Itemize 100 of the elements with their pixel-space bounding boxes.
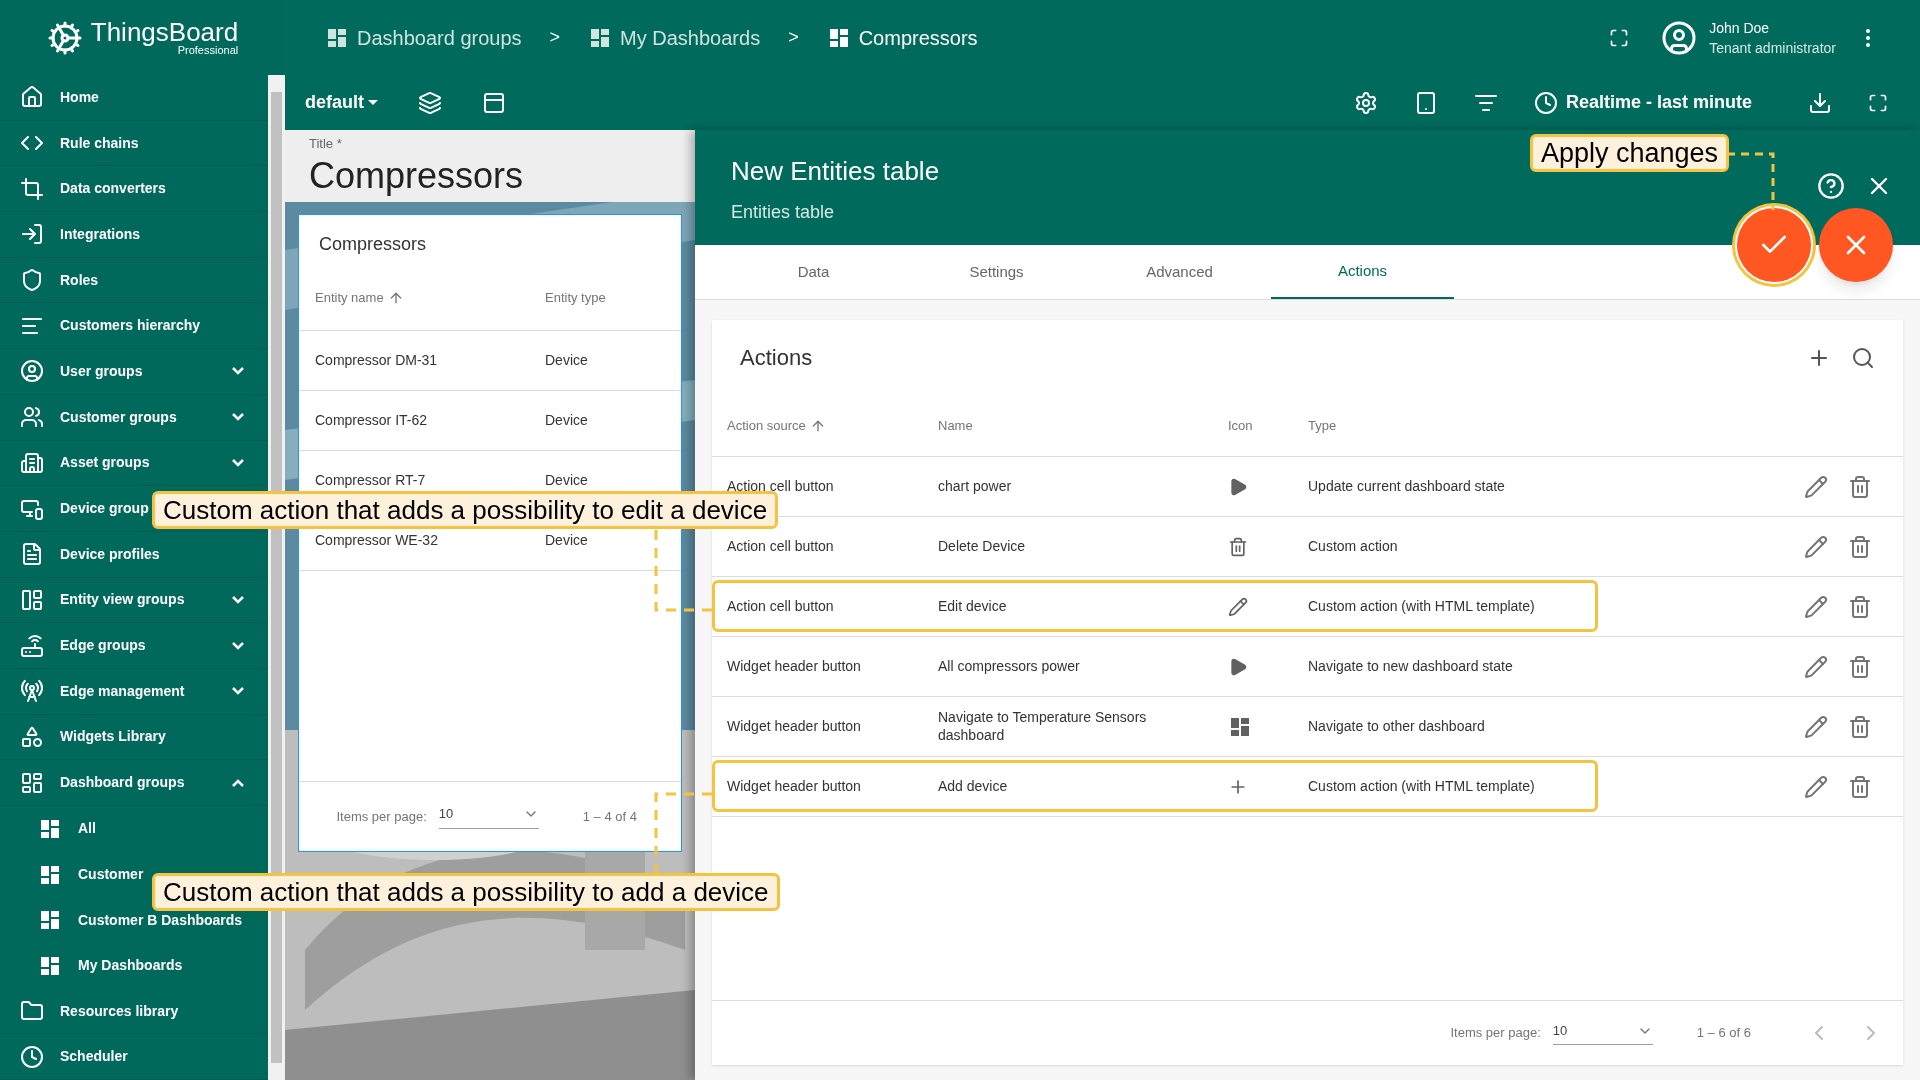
sidebar-subitem[interactable]: My Dashboards xyxy=(38,953,183,978)
sidebar-item[interactable]: Edge groups xyxy=(20,633,146,658)
sidebar-item[interactable]: Device group xyxy=(20,496,149,521)
sidebar-item[interactable]: Dashboard groups xyxy=(20,770,185,795)
delete-icon[interactable] xyxy=(1848,654,1872,679)
callout-tooltip: Apply changes xyxy=(1530,134,1730,172)
table-row[interactable]: Widget header button Navigate to Temperature Sensors dashboard Navigate to other dashboard xyxy=(712,697,1903,757)
breadcrumb-link[interactable]: My Dashboards xyxy=(588,22,761,53)
menu-item-icon xyxy=(20,85,44,110)
sidebar-item[interactable]: Resources library xyxy=(20,999,179,1024)
panel-subtitle: Entities table xyxy=(731,201,835,224)
edit-icon[interactable] xyxy=(1804,594,1828,619)
sidebar-item[interactable]: Edge management xyxy=(20,679,185,704)
sidebar-subitem[interactable]: Customer B Dashboards xyxy=(38,908,243,933)
tab[interactable]: Settings xyxy=(905,245,1088,299)
delete-icon[interactable] xyxy=(1848,594,1872,619)
layout-icon[interactable] xyxy=(482,90,506,115)
chevron-down-icon[interactable] xyxy=(232,595,244,604)
callout-tooltip: Custom action that adds a possibility to edit a device xyxy=(152,491,779,529)
menu-item-icon xyxy=(20,542,44,567)
sidebar-subitem[interactable]: Customer xyxy=(38,862,144,887)
menu-item-icon xyxy=(20,724,44,749)
sidebar-item[interactable]: Customer groups xyxy=(20,405,177,430)
menu-item-icon xyxy=(20,359,44,384)
items-per-page-label: Items per page: xyxy=(1450,1024,1541,1043)
play-icon xyxy=(1228,656,1248,677)
panel-title: New Entities table xyxy=(731,155,940,188)
sidebar-item[interactable]: Device profiles xyxy=(20,542,160,567)
edit-icon[interactable] xyxy=(1804,654,1828,679)
chevron-down-icon[interactable] xyxy=(232,413,244,422)
title-field[interactable]: Title * Compressors xyxy=(285,130,695,202)
chevron-down-icon[interactable] xyxy=(232,641,244,650)
chevron-up-icon[interactable] xyxy=(232,778,244,787)
edit-icon[interactable] xyxy=(1804,474,1828,499)
title-label: Title * xyxy=(309,134,343,153)
delete-icon[interactable] xyxy=(1848,714,1872,739)
column-header[interactable]: Icon xyxy=(1228,415,1308,436)
sidebar-item[interactable]: Scheduler xyxy=(20,1044,128,1069)
user-role: Tenant administrator xyxy=(1709,38,1836,58)
search-icon[interactable] xyxy=(1851,345,1875,370)
sidebar-item[interactable]: Asset groups xyxy=(20,450,150,475)
tab[interactable]: Data xyxy=(722,245,905,299)
chevron-down-icon[interactable] xyxy=(232,367,244,376)
sidebar-item[interactable]: Home xyxy=(20,85,99,110)
help-icon[interactable] xyxy=(1817,172,1845,200)
user-name: John Doe xyxy=(1709,18,1771,38)
breadcrumb-link[interactable]: Dashboard groups xyxy=(325,22,522,53)
callout-tooltip: Custom action that adds a possibility to add a device xyxy=(152,873,780,911)
table-row[interactable]: Action cell button Edit device Custom action (with HTML template) xyxy=(712,577,1903,637)
edit-icon[interactable] xyxy=(1804,774,1828,799)
page-size-select[interactable]: 10 xyxy=(1552,1020,1653,1046)
avatar-icon[interactable] xyxy=(1661,19,1698,56)
menu-item-icon xyxy=(20,405,44,430)
edit-icon[interactable] xyxy=(1804,714,1828,739)
timewindow-button[interactable]: Realtime - last minute xyxy=(1533,89,1752,116)
fullscreen-icon[interactable] xyxy=(1609,27,1630,48)
delete-icon[interactable] xyxy=(1848,774,1872,799)
sidebar-item[interactable]: Integrations xyxy=(20,222,141,247)
fullscreen-icon[interactable] xyxy=(1868,92,1888,113)
column-header[interactable]: Entity type xyxy=(545,288,606,308)
delete-icon[interactable] xyxy=(1848,474,1872,499)
chevron-down-icon[interactable] xyxy=(232,687,244,696)
edition-label: Professional xyxy=(177,45,239,56)
table-row[interactable]: Widget header button All compressors power Navigate to new dashboard state xyxy=(712,637,1903,697)
sidebar-item[interactable]: User groups xyxy=(20,359,143,384)
download-icon[interactable] xyxy=(1808,90,1832,115)
sidebar-item[interactable]: Widgets Library xyxy=(20,724,166,749)
table-row[interactable]: Widget header button Add device Custom action (with HTML template) xyxy=(712,757,1903,817)
column-header[interactable]: Entity name xyxy=(315,288,545,308)
breadcrumb-separator: > xyxy=(549,26,561,49)
clock-icon xyxy=(1533,90,1558,115)
items-per-page-label: Items per page: xyxy=(336,807,427,826)
table-row[interactable]: Compressor DM-31 Device xyxy=(299,331,681,391)
sidebar-item[interactable]: Roles xyxy=(20,268,99,293)
layers-icon[interactable] xyxy=(418,90,442,115)
sidebar-item[interactable]: Customers hierarchy xyxy=(20,313,201,338)
menu-item-icon xyxy=(20,176,44,201)
sidebar-item[interactable]: Data converters xyxy=(20,176,166,201)
settings-icon[interactable] xyxy=(1353,90,1378,115)
column-header[interactable]: Type xyxy=(1308,415,1337,436)
sidebar-item[interactable]: Rule chains xyxy=(20,131,139,156)
menu-item-icon xyxy=(20,1044,44,1069)
delete-icon[interactable] xyxy=(1848,534,1872,559)
menu-item-icon xyxy=(20,633,44,658)
breadcrumb-link[interactable]: Compressors xyxy=(826,22,978,53)
column-header[interactable]: Action source xyxy=(727,415,938,436)
sidebar-item[interactable]: Entity view groups xyxy=(20,587,185,612)
table-row[interactable]: Compressor IT-62 Device xyxy=(299,391,681,451)
tab[interactable]: Actions xyxy=(1271,245,1454,299)
card-title: Actions xyxy=(740,344,814,372)
edit-icon[interactable] xyxy=(1804,534,1828,559)
column-header[interactable]: Name xyxy=(938,415,1228,436)
state-select[interactable]: default xyxy=(305,89,378,116)
page-size-select[interactable]: 10 xyxy=(438,804,539,829)
chevron-down-icon[interactable] xyxy=(232,458,244,467)
menu-item-icon xyxy=(20,587,44,612)
logo-text: ThingsBoard xyxy=(90,19,239,45)
widget-title: Compressors xyxy=(318,233,428,256)
sidebar-subitem[interactable]: All xyxy=(38,816,96,841)
tab[interactable]: Advanced xyxy=(1088,245,1271,299)
